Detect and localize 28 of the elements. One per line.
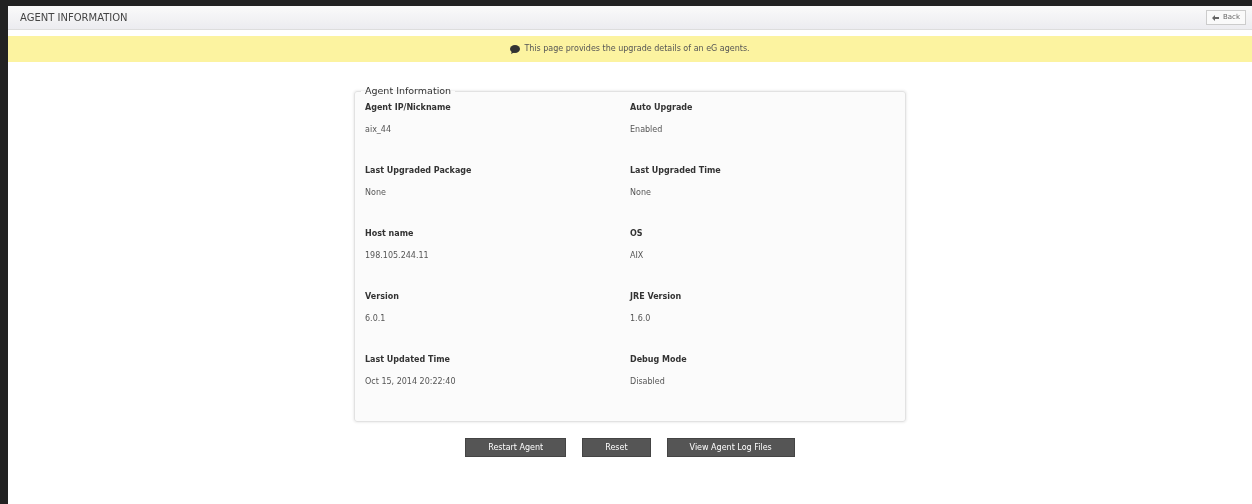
page-title: AGENT INFORMATION — [20, 11, 128, 25]
field-value: AIX — [630, 250, 645, 263]
field-label: Last Updated Time — [365, 354, 451, 367]
field-value: Enabled — [630, 124, 664, 137]
field-label: Last Upgraded Package — [365, 165, 473, 178]
action-button[interactable]: Restart Agent — [465, 438, 567, 458]
field-label: Version — [365, 291, 400, 304]
field-label: Debug Mode — [630, 354, 688, 367]
action-button[interactable]: View Agent Log Files — [666, 438, 795, 458]
field-value: None — [365, 187, 387, 200]
field-label: Auto Upgrade — [630, 102, 694, 115]
field-label: Host name — [365, 228, 415, 241]
field-value: aix_44 — [365, 124, 393, 137]
field-label: OS — [630, 228, 644, 241]
action-button[interactable]: Reset — [582, 438, 651, 458]
field-value: None — [630, 187, 652, 200]
field-label: Last Upgraded Time — [630, 165, 722, 178]
field-label: Agent IP/Nickname — [365, 102, 452, 115]
notice-text: This page provides the upgrade details of an eG agents. — [524, 43, 750, 55]
field-value: Disabled — [630, 376, 666, 389]
field-value: 198.105.244.11 — [365, 250, 430, 263]
field-value: 1.6.0 — [630, 313, 652, 326]
field-value: Oct 15, 2014 20:22:40 — [365, 376, 457, 389]
panel-legend: Agent Information — [361, 84, 456, 99]
chat-icon — [510, 44, 521, 54]
field-label: JRE Version — [630, 291, 683, 304]
back-arrow-icon — [1212, 14, 1219, 21]
field-value: 6.0.1 — [365, 313, 387, 326]
